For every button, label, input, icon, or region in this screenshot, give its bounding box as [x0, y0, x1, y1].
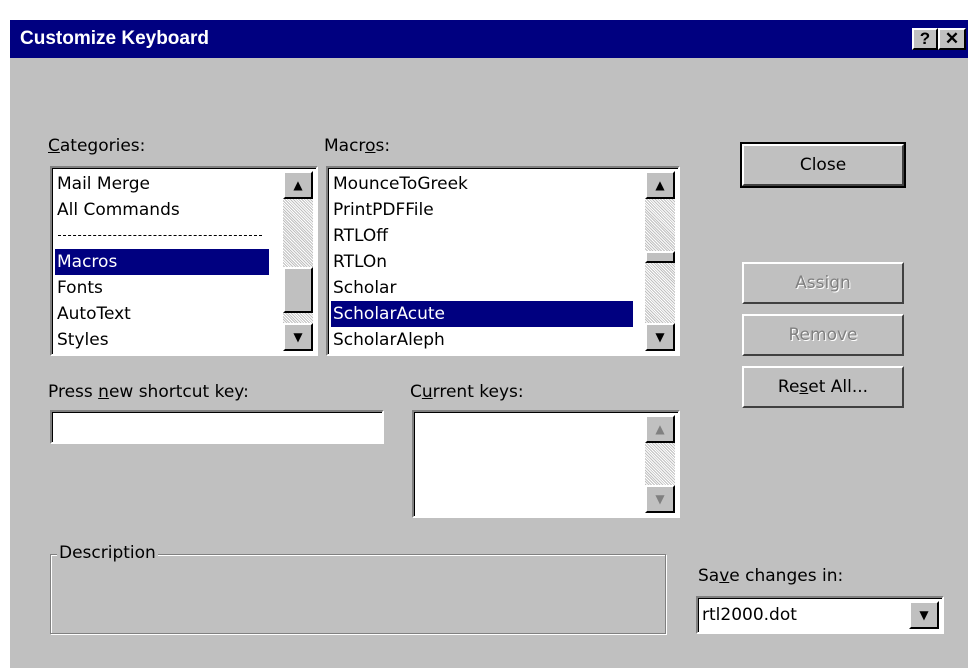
save-changes-value: rtl2000.dot: [702, 605, 797, 625]
macro-list-item[interactable]: MounceToGreek: [331, 171, 633, 197]
chevron-down-icon: ▼: [919, 608, 929, 622]
macros-scroll-down[interactable]: ▼: [645, 323, 675, 351]
save-changes-label: Save changes in:: [698, 566, 844, 586]
shortcut-key-label: Press new shortcut key:: [48, 382, 249, 402]
macros-label: Macros:: [324, 136, 391, 156]
current-keys-scroll-down[interactable]: ▼: [645, 485, 675, 513]
window-title: Customize Keyboard: [20, 28, 209, 49]
category-list-item[interactable]: Macros: [55, 249, 269, 275]
category-list-item[interactable]: All Commands: [55, 197, 269, 223]
close-button[interactable]: Close: [740, 142, 906, 188]
help-button[interactable]: ?: [912, 28, 938, 50]
macro-list-item[interactable]: ScholarAcute: [331, 301, 633, 327]
macros-scrollbar[interactable]: ▲ ▼: [645, 171, 675, 351]
reset-all-button[interactable]: Reset All...: [742, 366, 904, 408]
categories-list[interactable]: Mail Merge All Commands Macros Fonts AutoTex…: [50, 166, 318, 356]
customize-keyboard-dialog: Customize Keyboard ? ✕ Categories: Mail …: [10, 20, 968, 668]
category-list-item[interactable]: Fonts: [55, 275, 269, 301]
save-changes-select[interactable]: rtl2000.dot ▼: [696, 596, 944, 634]
remove-button[interactable]: Remove: [742, 314, 904, 356]
current-keys-scrollbar[interactable]: ▲ ▼: [645, 415, 675, 513]
save-changes-dropdown-button[interactable]: ▼: [909, 601, 939, 629]
up-arrow-icon: ▲: [293, 178, 303, 192]
current-keys-label: Current keys:: [410, 382, 524, 402]
down-arrow-icon: ▼: [655, 492, 665, 506]
shortcut-key-input[interactable]: [50, 410, 384, 444]
window-close-button[interactable]: ✕: [938, 28, 966, 50]
category-list-item[interactable]: AutoText: [55, 301, 269, 327]
categories-scroll-thumb[interactable]: [283, 267, 313, 313]
current-keys-scroll-up[interactable]: ▲: [645, 415, 675, 443]
category-separator: [58, 235, 262, 236]
macro-list-item[interactable]: ScholarAleph: [331, 327, 633, 353]
macro-list-item[interactable]: RTLOn: [331, 249, 633, 275]
description-group: Description: [50, 543, 666, 634]
help-icon: ?: [919, 29, 931, 48]
macro-list-item[interactable]: PrintPDFFile: [331, 197, 633, 223]
down-arrow-icon: ▼: [655, 330, 665, 344]
up-arrow-icon: ▲: [655, 422, 665, 436]
macro-list-item[interactable]: Scholar: [331, 275, 633, 301]
category-list-item[interactable]: Mail Merge: [55, 171, 269, 197]
assign-button[interactable]: Assign: [742, 262, 904, 304]
current-keys-list[interactable]: ▲ ▼: [412, 410, 680, 518]
categories-label: Categories:: [48, 136, 146, 156]
macros-scroll-thumb[interactable]: [645, 251, 675, 263]
up-arrow-icon: ▲: [655, 178, 665, 192]
categories-scroll-up[interactable]: ▲: [283, 171, 313, 199]
macros-scroll-up[interactable]: ▲: [645, 171, 675, 199]
category-list-item[interactable]: Styles: [55, 327, 269, 353]
description-label: Description: [57, 543, 158, 563]
macro-list-item[interactable]: RTLOff: [331, 223, 633, 249]
categories-scrollbar[interactable]: ▲ ▼: [283, 171, 313, 351]
categories-scroll-down[interactable]: ▼: [283, 323, 313, 351]
down-arrow-icon: ▼: [293, 330, 303, 344]
close-icon: ✕: [944, 29, 960, 48]
macros-list[interactable]: MounceToGreek PrintPDFFile RTLOff RTLOn Scho…: [326, 166, 680, 356]
title-bar[interactable]: Customize Keyboard ? ✕: [10, 20, 968, 58]
